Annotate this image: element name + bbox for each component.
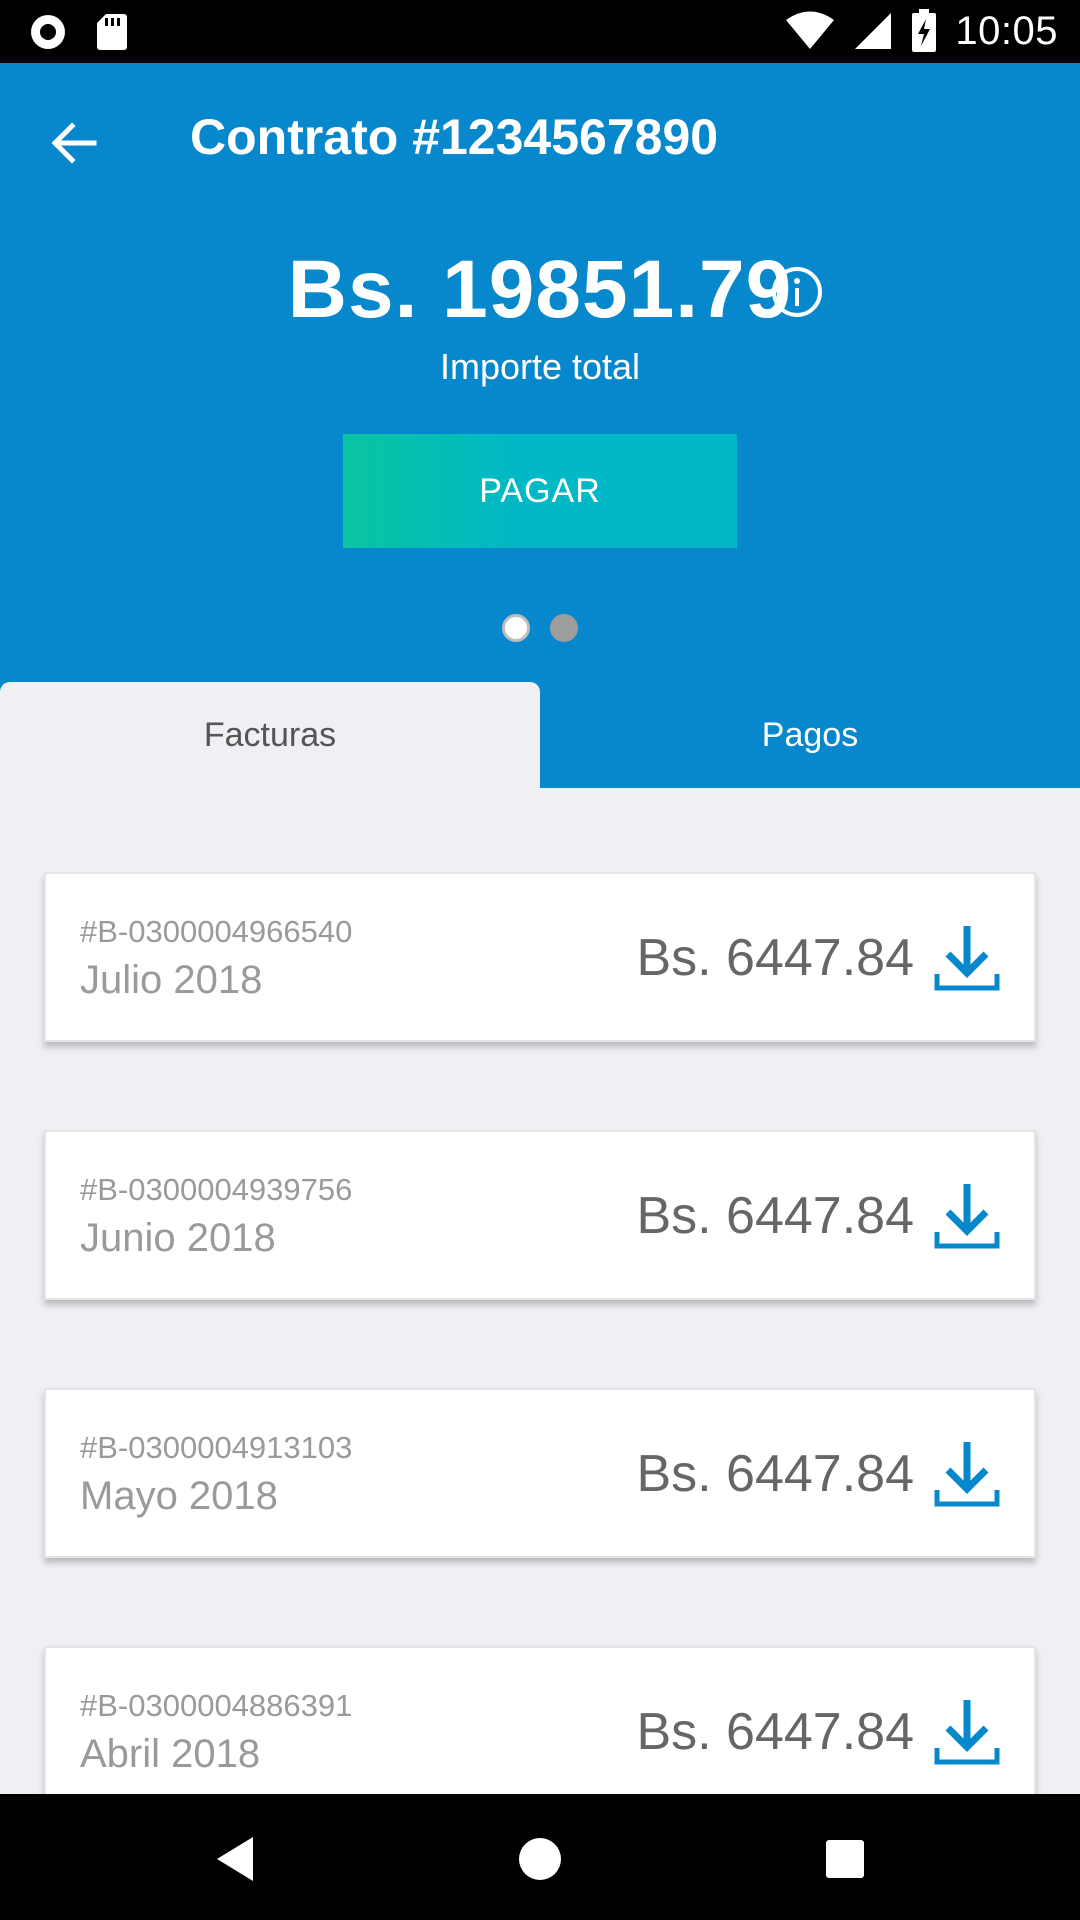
invoice-amount: Bs. 6447.84 <box>636 929 914 987</box>
invoice-amount: Bs. 6447.84 <box>636 1445 914 1503</box>
nav-back-button[interactable] <box>200 1824 270 1894</box>
invoice-card[interactable]: #B-0300004886391 Abril 2018 Bs. 6447.84 <box>44 1646 1036 1794</box>
download-icon <box>934 1184 1000 1249</box>
system-nav-bar <box>0 1794 1080 1920</box>
arrow-left-icon <box>51 122 97 164</box>
invoice-month: Julio 2018 <box>80 958 263 1002</box>
recents-square-icon <box>826 1840 864 1878</box>
back-button[interactable] <box>44 113 104 173</box>
tab-facturas[interactable]: Facturas <box>0 682 540 788</box>
invoice-list[interactable]: #B-0300004966540 Julio 2018 Bs. 6447.84 … <box>0 788 1080 1794</box>
total-amount: Bs. 19851.79 <box>287 244 793 335</box>
wifi-icon <box>786 11 835 49</box>
pager-dot[interactable] <box>550 614 578 642</box>
download-button[interactable] <box>934 924 1000 994</box>
invoice-number: #B-0300004966540 <box>80 914 353 949</box>
download-icon <box>934 1700 1000 1765</box>
signal-icon <box>855 13 892 49</box>
pager-indicator <box>502 614 578 642</box>
download-icon <box>934 926 1000 991</box>
invoice-amount: Bs. 6447.84 <box>636 1703 914 1761</box>
info-icon <box>772 267 822 317</box>
battery-charging-icon <box>912 9 937 52</box>
invoice-amount: Bs. 6447.84 <box>636 1187 914 1245</box>
record-icon <box>31 15 65 49</box>
pay-button[interactable]: PAGAR <box>343 434 737 548</box>
amount-row: Bs. 19851.79 <box>0 243 1080 337</box>
amount-label: Importe total <box>439 346 641 387</box>
nav-home-button[interactable] <box>505 1824 575 1894</box>
download-button[interactable] <box>934 1182 1000 1252</box>
tab-pagos[interactable]: Pagos <box>540 682 1080 788</box>
home-circle-icon <box>519 1838 561 1880</box>
invoice-number: #B-0300004886391 <box>80 1688 353 1723</box>
sd-card-icon <box>97 14 127 50</box>
status-time: 10:05 <box>955 8 1058 53</box>
page-title: Contrato #1234567890 <box>190 109 719 165</box>
status-bar: 10:05 <box>0 0 1080 63</box>
pager-dot-active[interactable] <box>502 614 530 642</box>
download-icon <box>934 1442 1000 1507</box>
info-button[interactable] <box>770 265 824 319</box>
invoice-month: Mayo 2018 <box>80 1474 278 1518</box>
invoice-card[interactable]: #B-0300004966540 Julio 2018 Bs. 6447.84 <box>44 872 1036 1042</box>
invoice-number: #B-0300004913103 <box>80 1430 353 1465</box>
invoice-month: Abril 2018 <box>80 1732 261 1776</box>
invoice-month: Junio 2018 <box>80 1216 276 1260</box>
back-triangle-icon <box>217 1837 253 1881</box>
invoice-card[interactable]: #B-0300004913103 Mayo 2018 Bs. 6447.84 <box>44 1388 1036 1558</box>
download-button[interactable] <box>934 1698 1000 1768</box>
nav-recents-button[interactable] <box>810 1824 880 1894</box>
invoice-number: #B-0300004939756 <box>80 1172 353 1207</box>
contract-header: Contrato #1234567890 Bs. 19851.79 Import… <box>0 63 1080 788</box>
download-button[interactable] <box>934 1440 1000 1510</box>
invoice-card[interactable]: #B-0300004939756 Junio 2018 Bs. 6447.84 <box>44 1130 1036 1300</box>
